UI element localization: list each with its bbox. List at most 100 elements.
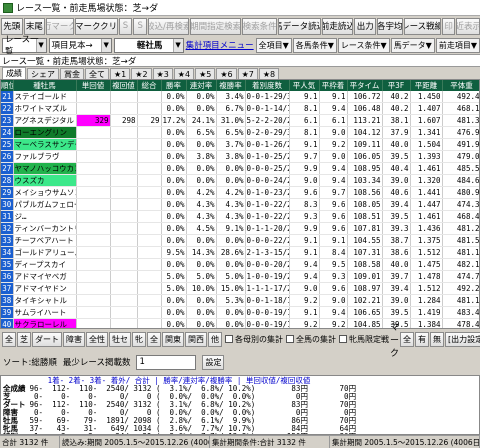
filter-button-4[interactable]: 全性 [86,331,108,347]
table-row[interactable]: 34ゴールドアリュール 9.5%14.3%28.6%2-1-3-15/219.18… [1,246,479,259]
column-header-6[interactable]: 連対率 [186,80,217,91]
tab-5[interactable]: ★2 [131,68,152,79]
tab-2[interactable]: 賞金 [60,68,84,79]
table-row[interactable]: 37アドマイヤドン 5.0%10.0%15.0%1-1-1-17/209.09.6… [1,282,479,295]
toolbar-button-11[interactable]: 出力 [354,17,377,35]
mark-button-2[interactable]: 無 [430,331,445,347]
filter-check-0[interactable]: 各母別の集計 [225,334,283,345]
table-row[interactable]: 21ステイゴールド0.0%0.0%3.4%0-0-1-29/309.19.110… [1,91,479,103]
toolbar-button-13[interactable]: レース戦績 [403,17,441,35]
output-settings-button[interactable]: [出力設定] [445,331,480,347]
column-header-12[interactable]: 平3F [382,80,411,91]
column-header-9[interactable]: 平人気 [289,80,320,91]
tab-8[interactable]: ★5 [195,68,216,79]
table-row[interactable]: 36アドマイヤベガ5.0%5.0%5.0%1-0-0-19/209.49.310… [1,270,479,283]
toolbar-button-5[interactable]: S [133,17,148,35]
row-cell: 0.0% [186,162,217,175]
table-row[interactable]: 25マーベラスサンデー0.0%0.0%3.7%0-0-1-26/279.19.2… [1,138,479,151]
toolbar-button-0[interactable]: 先頭 [1,17,23,35]
item-select[interactable]: 項目見本→ ▼ [48,37,112,53]
tab-10[interactable]: ★7 [237,68,258,79]
min-race-input[interactable]: 1 [136,354,197,370]
toolbar-button-4[interactable]: S [118,17,133,35]
mark-button-0[interactable]: 全 [400,331,415,347]
row-cell [76,174,111,187]
row-cell: 104.85 [347,318,383,328]
horse-field[interactable]: 軽社馬 ▼ [113,37,184,53]
set-button[interactable]: 設定 [202,354,225,370]
table-row[interactable]: 35ディープスカイ0.0%0.0%0.0%0-0-0-20/209.49.510… [1,258,479,271]
column-header-13[interactable]: 平距離 [410,80,443,91]
table-row[interactable]: 24ローエングリン0.0%6.5%6.5%0-2-0-29/318.19.010… [1,126,479,139]
toolbar-button-15[interactable]: 近表示 [456,17,480,35]
filter-button-10[interactable]: 他 [208,331,222,347]
tab-3[interactable]: 全て [85,68,109,79]
toolbar-button-8[interactable]: 検索条件 [241,17,278,35]
table-row[interactable]: 22ホワイトマズル0.0%0.0%6.7%0-0-1-14/158.19.410… [1,102,479,115]
row-cell: 9.6 [319,198,348,211]
filter-button-5[interactable]: 牡セ [109,331,131,347]
column-header-5[interactable]: 勝率 [161,80,187,91]
results-grid[interactable]: 順位種牡馬単回値複回値総合勝率連対率複勝率着別度数平人気平枠着平タイム平3F平距… [0,79,480,329]
filter-button-9[interactable]: 関西 [185,331,207,347]
column-header-1[interactable]: 種牡馬 [13,80,77,91]
row-cell: 109.11 [347,138,383,151]
column-header-8[interactable]: 着別度数 [245,80,290,91]
toolbar-button-3[interactable]: 全マーククリア [74,17,118,35]
tab-9[interactable]: ★6 [216,68,237,79]
column-header-3[interactable]: 複回値 [110,80,138,91]
row-cell [137,270,162,283]
table-row[interactable]: 29メイショウサムソン0.0%4.2%4.2%0-1-0-23/249.69.7… [1,186,479,199]
table-row[interactable]: 38タイキシャトル0.0%0.0%5.3%0-0-1-18/199.29.010… [1,294,479,307]
mark-button-1[interactable]: 有 [415,331,430,347]
column-header-7[interactable]: 複勝率 [216,80,246,91]
filter-button-7[interactable]: 全 [147,331,161,347]
filter-dropdown-2[interactable]: レース条件▼ [337,37,390,53]
toolbar-button-12[interactable]: 各宇均 [377,17,403,35]
table-row[interactable]: 23 アグネスデジタル 329 298 29 17.2% 24.1% 31.0% 5-2-2-2… [1,114,479,127]
filter-dropdown-4[interactable]: 前走項目▼ [435,37,480,53]
column-header-2[interactable]: 単回値 [76,80,111,91]
filter-button-0[interactable]: 全 [2,331,16,347]
tab-0[interactable]: 成績 [2,67,26,79]
filter-check-2[interactable]: 牝馬限定戦 [339,334,389,345]
table-row[interactable]: 33チーフベアハート0.0%0.0%0.0%0-0-0-22/229.19.11… [1,234,479,247]
filter-button-3[interactable]: 障害 [63,331,85,347]
table-row[interactable]: 32ティンバーカントリー 0.0%4.5%9.1%0-1-1-20/229.99.… [1,222,479,235]
toolbar-button-6[interactable]: 絞込/再検索 [148,17,190,35]
column-header-14[interactable]: 平体重 [442,80,479,91]
row-sire-name: アドマイヤドン [13,282,77,295]
filter-dropdown-3[interactable]: 馬データ▼ [390,37,435,53]
toolbar-button-10[interactable]: 前走読込 [322,17,354,35]
aggregate-menu-link[interactable]: 集計項目メニュー [186,39,254,51]
toolbar-button-2[interactable]: 行マーク [46,17,74,35]
filter-button-6[interactable]: 牝 [132,331,146,347]
table-row[interactable]: 26ファルブラヴ0.0%3.8%3.8%0-1-0-25/269.79.0106… [1,150,479,163]
filter-check-1[interactable]: 全馬の集計 [286,334,336,345]
tab-11[interactable]: ★8 [258,68,280,79]
table-row[interactable]: 30パブルガムフェロー0.0%4.3%4.3%0-1-0-22/238.39.6… [1,198,479,211]
table-row[interactable]: 28ウスズカ0.0%0.0%0.0%0-0-0-24/249.09.4103.3… [1,174,479,187]
toolbar-button-14[interactable]: 印 [441,17,456,35]
filter-dropdown-0[interactable]: 全項目▼ [255,37,292,53]
table-row[interactable]: 27ヤマノハッコウカン0.0%0.0%0.0%0-0-0-25/259.99.4… [1,162,479,175]
table-row[interactable]: 39サムライハート0.0%0.0%0.0%0-0-0-19/199.19.410… [1,306,479,319]
table-row[interactable]: 40サクラローレル0.0%0.0%0.0%0-0-0-19/199.29.210… [1,318,479,328]
column-header-10[interactable]: 平枠着 [319,80,348,91]
tab-6[interactable]: ★3 [152,68,173,79]
filter-button-8[interactable]: 関東 [162,331,184,347]
filter-dropdown-1[interactable]: 各馬条件▼ [292,37,337,53]
toolbar-button-9[interactable]: 馬データ読込 [278,17,322,35]
tab-1[interactable]: シェア [27,68,59,79]
filter-button-1[interactable]: 芝 [17,331,31,347]
column-header-4[interactable]: 総合 [137,80,162,91]
toolbar-button-1[interactable]: 末尾 [23,17,46,35]
column-header-0[interactable]: 順位 [1,80,14,91]
tab-4[interactable]: ★1 [110,68,131,79]
list-select[interactable]: レース一覧 ▼ [2,35,47,57]
column-header-11[interactable]: 平タイム [347,80,383,91]
table-row[interactable]: 31ジ…0.0%4.3%4.3%0-1-0-22/239.39.6108.513… [1,210,479,223]
toolbar-button-7[interactable]: 期間指定検索 [190,17,241,35]
filter-button-2[interactable]: ダート [32,331,62,347]
tab-7[interactable]: ★4 [173,68,195,79]
